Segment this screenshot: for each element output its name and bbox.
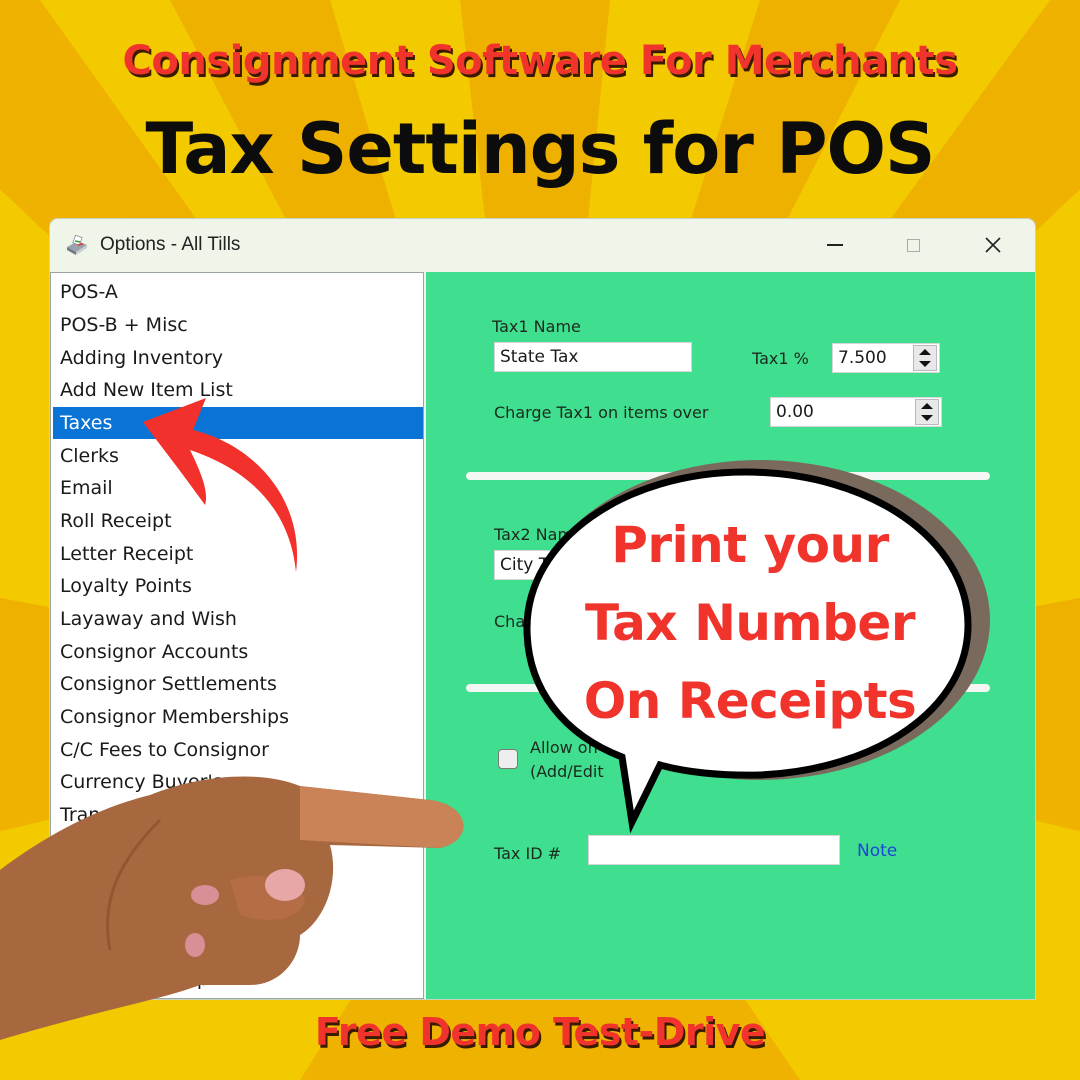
tax1-percent-label: Tax1 % [752, 349, 809, 368]
list-item-layaway-and-wish[interactable]: Layaway and Wish [53, 603, 423, 635]
spin-up-icon[interactable] [919, 349, 931, 355]
note-link[interactable]: Note [857, 841, 897, 861]
spin-down-icon[interactable] [921, 415, 933, 421]
list-item-hidden-c[interactable]: C [53, 832, 423, 864]
allow-option-label-line1: Allow on [530, 738, 598, 757]
list-item-adding-inventory[interactable]: Adding Inventory [53, 342, 423, 374]
minimize-button[interactable] [812, 229, 858, 261]
list-item-consignor-accounts[interactable]: Consignor Accounts [53, 636, 423, 668]
section-divider [466, 472, 990, 480]
list-item-loyalty-points[interactable]: Loyalty Points [53, 570, 423, 602]
maximize-icon [906, 238, 920, 252]
spin-up-icon[interactable] [921, 403, 933, 409]
tax1-threshold-label: Charge Tax1 on items over [494, 403, 709, 422]
tax1-percent-value: 7.500 [838, 348, 887, 368]
list-item-roll-receipt[interactable]: Roll Receipt [53, 505, 423, 537]
minimize-icon [827, 244, 843, 246]
list-item-pos-b-misc[interactable]: POS-B + Misc [53, 309, 423, 341]
list-item-clerks[interactable]: Clerks [53, 440, 423, 472]
callout-line-1: Print your [611, 516, 889, 574]
list-item-consignor-memberships[interactable]: Consignor Memberships [53, 701, 423, 733]
allow-option-label-line2: (Add/Edit [530, 762, 604, 781]
options-category-list[interactable]: POS-A POS-B + Misc Adding Inventory Add … [50, 272, 424, 999]
list-item-cc-fees-to-consignor[interactable]: C/C Fees to Consignor [53, 734, 423, 766]
tax1-name-input[interactable]: State Tax [494, 342, 692, 372]
allow-option-checkbox[interactable] [498, 749, 518, 769]
window-title: Options - All Tills [100, 234, 241, 255]
banner-subtitle: Consignment Software For Merchants [122, 38, 958, 84]
title-bar[interactable]: Options - All Tills [50, 219, 1035, 272]
tax1-threshold-stepper[interactable]: 0.00 [770, 397, 942, 427]
tax-id-label: Tax ID # [494, 844, 562, 863]
printer-icon [67, 234, 87, 255]
list-item-currency-buyers[interactable]: Currency Buyer's [53, 766, 423, 798]
close-button[interactable] [970, 229, 1016, 261]
tax1-percent-spinner[interactable] [913, 345, 937, 371]
tax1-threshold-spinner[interactable] [915, 399, 939, 425]
tax1-percent-stepper[interactable]: 7.500 [832, 343, 940, 373]
list-item-pos-a[interactable]: POS-A [53, 276, 423, 308]
tax1-name-label: Tax1 Name [492, 317, 581, 336]
maximize-button[interactable] [890, 229, 936, 261]
callout-line-2: Tax Number [585, 594, 915, 652]
list-item-email[interactable]: Email [53, 472, 423, 504]
list-item-consignor-settlements[interactable]: Consignor Settlements [53, 668, 423, 700]
banner-title: Tax Settings for POS [145, 108, 936, 190]
list-item-letter-receipt[interactable]: Letter Receipt [53, 538, 423, 570]
banner-footer-cta[interactable]: Free Demo Test-Drive [0, 1010, 1080, 1054]
tax-id-input[interactable] [588, 835, 840, 865]
tax1-threshold-value: 0.00 [776, 402, 814, 422]
list-item-remote-backup[interactable]: Remote Backup [53, 963, 423, 995]
list-item-transfer[interactable]: Transfer [53, 799, 423, 831]
callout-line-3: On Receipts [583, 672, 917, 730]
list-item-add-new-item-list[interactable]: Add New Item List [53, 374, 423, 406]
list-item-taxes[interactable]: Taxes [53, 407, 423, 439]
spin-down-icon[interactable] [919, 361, 931, 367]
close-icon [985, 237, 1001, 253]
